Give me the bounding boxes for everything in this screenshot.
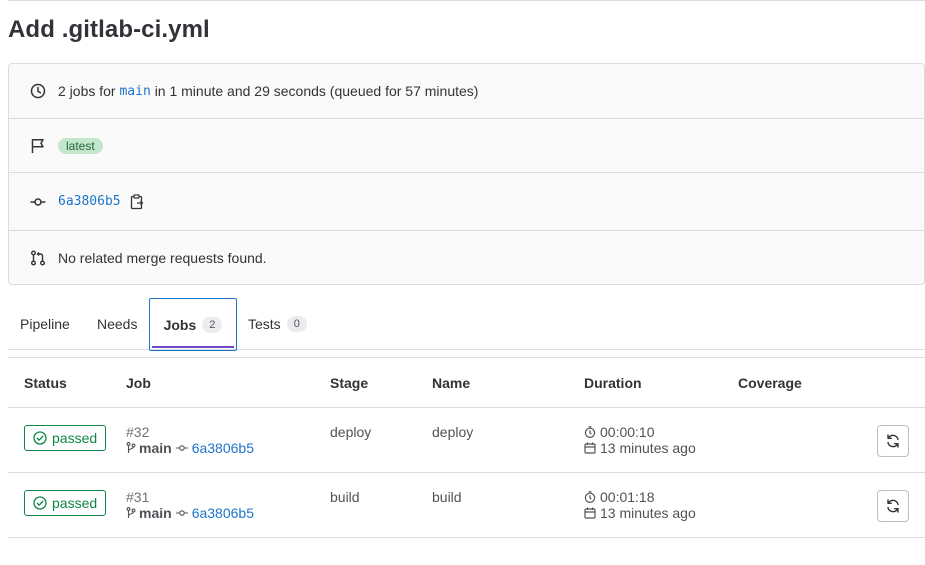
jobs-suffix-text: in 1 minute and 29 seconds (queued for 5… — [154, 83, 479, 99]
commit-icon — [29, 193, 47, 211]
tab-jobs-label: Jobs — [163, 316, 197, 333]
finished-line: 13 minutes ago — [584, 505, 696, 521]
pipeline-tabs: Pipeline Needs Jobs 2 Tests 0 — [8, 298, 925, 351]
finished-time: 13 minutes ago — [600, 505, 696, 521]
top-divider — [8, 0, 925, 1]
timer-icon — [584, 491, 596, 503]
commit-icon — [175, 510, 188, 516]
retry-icon — [887, 434, 899, 448]
header-status: Status — [24, 374, 67, 391]
status-success-icon — [33, 431, 47, 445]
clock-icon — [29, 82, 47, 100]
branch-icon — [126, 507, 136, 518]
job-ref: main 6a3806b5 — [126, 505, 254, 521]
status-cell: passed — [24, 425, 107, 451]
job-cell: #32 main 6a3806b5 — [126, 424, 254, 456]
header-job: Job — [126, 374, 151, 391]
status-badge[interactable]: passed — [24, 425, 107, 451]
job-cell: #31 main 6a3806b5 — [126, 489, 254, 521]
active-tab-underline — [152, 346, 234, 348]
jobs-table: Status Job Stage Name Duration Coverage … — [8, 357, 925, 538]
actions-cell — [877, 490, 909, 522]
tab-needs[interactable]: Needs — [97, 298, 137, 350]
calendar-icon — [584, 442, 596, 454]
header-stage: Stage — [330, 374, 369, 391]
duration-line: 00:01:18 — [584, 489, 696, 505]
status-cell: passed — [24, 490, 107, 516]
latest-badge: latest — [58, 137, 103, 154]
tab-pipeline-label: Pipeline — [20, 316, 70, 332]
name-cell: deploy — [432, 424, 474, 440]
job-branch-link[interactable]: main — [139, 505, 172, 521]
finished-line: 13 minutes ago — [584, 440, 696, 456]
copy-to-clipboard-icon[interactable] — [130, 193, 144, 210]
tab-tests-count: 0 — [286, 316, 307, 332]
job-ref: main 6a3806b5 — [126, 440, 254, 456]
job-commit-link[interactable]: 6a3806b5 — [192, 505, 254, 521]
job-id-link[interactable]: #32 — [126, 424, 254, 440]
commit-sha-link[interactable]: 6a3806b5 — [58, 194, 121, 209]
tab-jobs[interactable]: Jobs 2 — [149, 298, 237, 351]
merge-requests-text: No related merge requests found. — [58, 250, 267, 266]
pipeline-commit-row: 6a3806b5 — [9, 173, 924, 231]
status-label: passed — [52, 495, 98, 511]
table-header: Status Job Stage Name Duration Coverage — [8, 357, 925, 408]
calendar-icon — [584, 507, 596, 519]
job-id-link[interactable]: #31 — [126, 489, 254, 505]
job-branch-link[interactable]: main — [139, 440, 172, 456]
tab-tests[interactable]: Tests 0 — [248, 298, 307, 350]
tab-pipeline[interactable]: Pipeline — [20, 298, 70, 350]
merge-requests-row: No related merge requests found. — [9, 231, 924, 285]
tab-needs-label: Needs — [97, 316, 138, 332]
status-badge[interactable]: passed — [24, 490, 107, 516]
duration-cell: 00:00:10 13 minutes ago — [584, 424, 696, 456]
table-row: passed #32 main 6a3806b5 deploy deploy 0… — [8, 408, 925, 473]
status-label: passed — [52, 430, 98, 446]
commit-icon — [175, 445, 188, 451]
name-cell: build — [432, 489, 462, 505]
duration-line: 00:00:10 — [584, 424, 696, 440]
finished-time: 13 minutes ago — [600, 440, 696, 456]
header-duration: Duration — [584, 374, 642, 391]
tab-tests-label: Tests — [248, 316, 281, 332]
tab-jobs-count: 2 — [202, 316, 223, 333]
merge-request-icon — [29, 249, 47, 267]
table-row: passed #31 main 6a3806b5 build build 00:… — [8, 473, 925, 538]
actions-cell — [877, 425, 909, 457]
branch-icon — [126, 442, 136, 453]
branch-link[interactable]: main — [119, 84, 150, 99]
jobs-prefix-text: 2 jobs for — [58, 83, 116, 99]
pipeline-duration-row: 2 jobs for main in 1 minute and 29 secon… — [9, 64, 924, 119]
status-success-icon — [33, 496, 47, 510]
header-coverage: Coverage — [738, 374, 802, 391]
duration-value: 00:01:18 — [600, 489, 655, 505]
duration-value: 00:00:10 — [600, 424, 655, 440]
flag-icon — [29, 137, 47, 155]
timer-icon — [584, 426, 596, 438]
retry-button[interactable] — [877, 425, 909, 457]
pipeline-info-card: 2 jobs for main in 1 minute and 29 secon… — [8, 63, 925, 285]
job-commit-link[interactable]: 6a3806b5 — [192, 440, 254, 456]
retry-icon — [887, 499, 899, 513]
page-title: Add .gitlab-ci.yml — [8, 16, 210, 43]
header-name: Name — [432, 374, 471, 391]
stage-cell: deploy — [330, 424, 372, 440]
stage-cell: build — [330, 489, 360, 505]
duration-cell: 00:01:18 13 minutes ago — [584, 489, 696, 521]
pipeline-tags-row: latest — [9, 119, 924, 173]
retry-button[interactable] — [877, 490, 909, 522]
